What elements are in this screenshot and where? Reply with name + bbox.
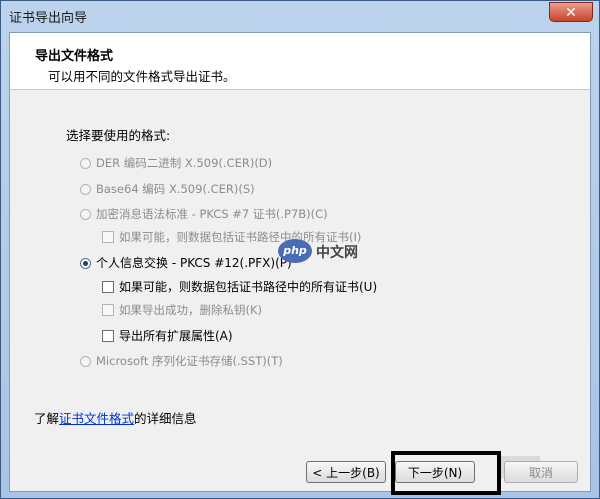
- checkbox-extended-label: 导出所有扩展属性(A): [119, 329, 233, 343]
- format-section-label: 选择要使用的格式:: [66, 128, 171, 143]
- checkbox-icon: [102, 281, 114, 293]
- checkbox-delete-private-key[interactable]: 如果导出成功，删除私钥(K): [102, 302, 262, 318]
- radio-sst[interactable]: Microsoft 序列化证书存储(.SST)(T): [80, 353, 283, 369]
- radio-base64[interactable]: Base64 编码 X.509(.CER)(S): [80, 181, 255, 197]
- window-title: 证书导出向导: [9, 11, 88, 26]
- certificate-formats-link[interactable]: 证书文件格式: [59, 411, 134, 426]
- radio-selected-icon: [80, 258, 91, 269]
- checkbox-pkcs12-include-label: 如果可能，则数据包括证书路径中的所有证书(U): [119, 280, 378, 294]
- checkbox-icon: [102, 231, 114, 243]
- checkbox-delete-key-label: 如果导出成功，删除私钥(K): [119, 303, 263, 317]
- highlight-box: [391, 451, 501, 495]
- php-logo: php: [278, 239, 312, 263]
- page-title: 导出文件格式: [35, 49, 114, 64]
- radio-pkcs7-label: 加密消息语法标准 - PKCS #7 证书(.P7B)(C): [96, 207, 328, 221]
- cancel-button[interactable]: 取消: [504, 461, 578, 483]
- radio-base64-label: Base64 编码 X.509(.CER)(S): [96, 182, 255, 196]
- radio-icon: [80, 158, 91, 169]
- radio-sst-label: Microsoft 序列化证书存储(.SST)(T): [96, 354, 283, 368]
- radio-pkcs7[interactable]: 加密消息语法标准 - PKCS #7 证书(.P7B)(C): [80, 206, 328, 222]
- checkbox-export-extended-properties[interactable]: 导出所有扩展属性(A): [102, 327, 233, 344]
- radio-icon: [80, 209, 91, 220]
- checkbox-icon: [102, 304, 114, 316]
- page-subtitle: 可以用不同的文件格式导出证书。: [48, 69, 236, 84]
- close-button[interactable]: ✕: [549, 2, 593, 22]
- learn-prefix: 了解: [34, 411, 60, 426]
- close-icon: ✕: [565, 5, 577, 21]
- checkbox-pkcs12-include-all[interactable]: 如果可能，则数据包括证书路径中的所有证书(U): [102, 278, 377, 295]
- radio-icon: [80, 356, 91, 367]
- site-watermark: php 中文网: [278, 239, 388, 267]
- radio-der[interactable]: DER 编码二进制 X.509(.CER)(D): [80, 155, 272, 171]
- radio-der-label: DER 编码二进制 X.509(.CER)(D): [96, 156, 273, 170]
- watermark-text: 中文网: [316, 245, 358, 261]
- wizard-window: 证书导出向导 ✕ 导出文件格式 可以用不同的文件格式导出证书。 选择要使用的格式…: [0, 0, 600, 499]
- learn-more-text: 了解证书文件格式的详细信息: [34, 408, 197, 427]
- radio-icon: [80, 184, 91, 195]
- title-bar[interactable]: 证书导出向导 ✕: [1, 1, 599, 31]
- back-button[interactable]: < 上一步(B): [306, 461, 386, 483]
- radio-pkcs12-label: 个人信息交换 - PKCS #12(.PFX)(P): [96, 256, 292, 270]
- wizard-header: 导出文件格式 可以用不同的文件格式导出证书。: [10, 33, 590, 90]
- radio-pkcs12[interactable]: 个人信息交换 - PKCS #12(.PFX)(P): [80, 254, 292, 271]
- wizard-body: 导出文件格式 可以用不同的文件格式导出证书。 选择要使用的格式: DER 编码二…: [9, 32, 591, 495]
- learn-suffix: 的详细信息: [134, 411, 197, 426]
- checkbox-icon: [102, 330, 114, 342]
